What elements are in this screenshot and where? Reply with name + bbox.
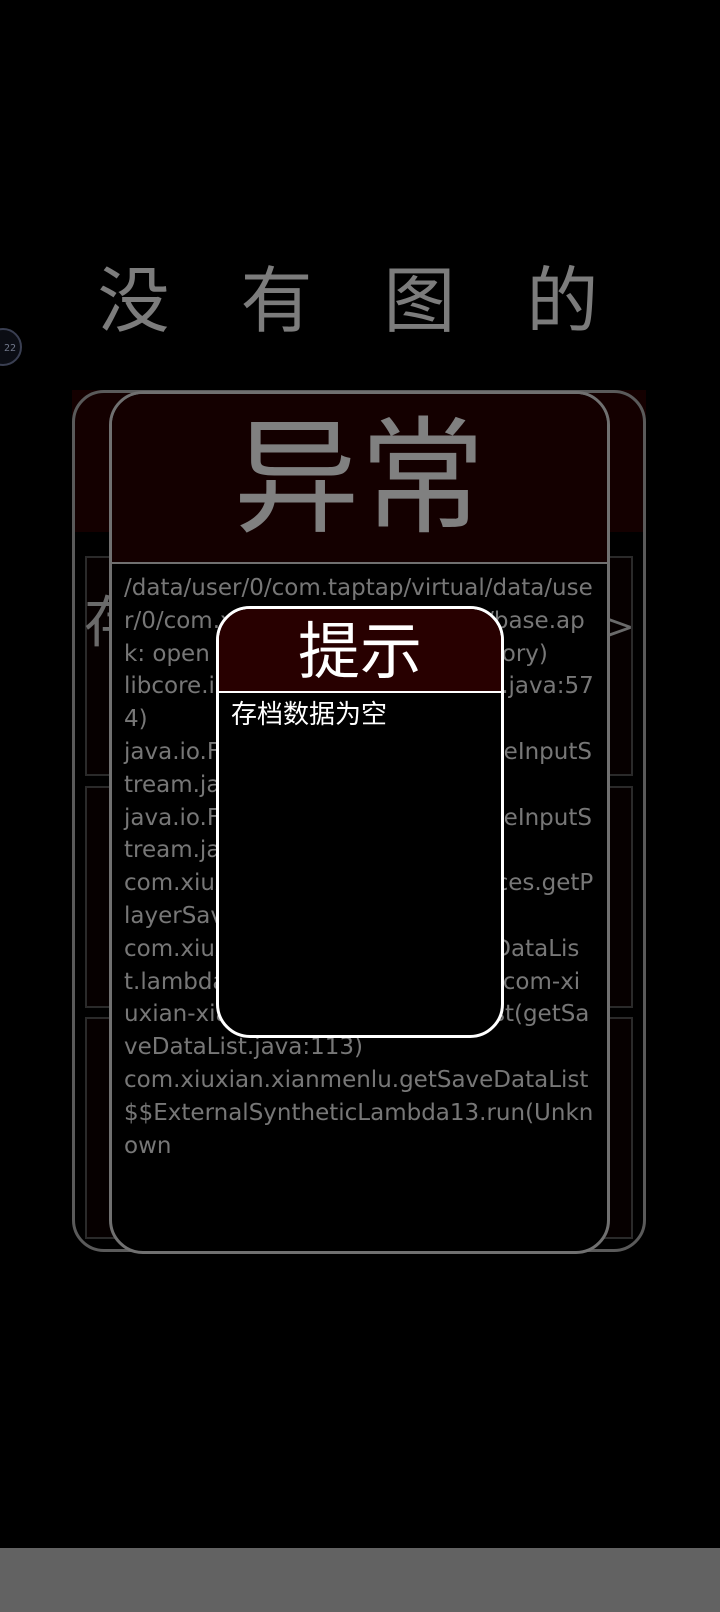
dialog-message: 存档数据为空 [231, 700, 388, 730]
exception-title: 异常 [112, 394, 607, 564]
system-navigation-bar [0, 1548, 720, 1612]
page-title: 没 有 图 的 [97, 259, 623, 343]
prompt-dialog[interactable]: 提示 存档数据为空 [216, 606, 504, 1038]
dialog-title: 提示 [219, 609, 501, 693]
background-next-arrow[interactable]: > [606, 610, 635, 644]
